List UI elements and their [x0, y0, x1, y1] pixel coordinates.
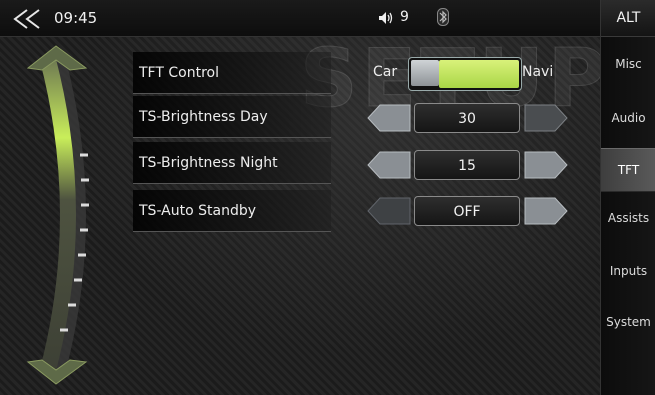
category-tabs: ALT Misc Audio TFT Assists Inputs System: [600, 0, 655, 395]
tft-control-label: TFT Control: [133, 52, 331, 94]
speaker-icon: [379, 12, 393, 24]
brightness-day-value: 30: [414, 103, 520, 133]
bluetooth-icon: [437, 8, 449, 26]
tab-tft[interactable]: TFT: [601, 148, 655, 192]
auto-standby-next-button[interactable]: [523, 196, 569, 226]
brightness-night-label: TS-Brightness Night: [133, 142, 331, 184]
tab-inputs[interactable]: Inputs: [601, 249, 655, 293]
tab-misc[interactable]: Misc: [601, 42, 655, 86]
brightness-day-decrease-button[interactable]: [366, 103, 412, 133]
scroll-arc[interactable]: [8, 40, 103, 390]
brightness-night-decrease-button[interactable]: [366, 150, 412, 180]
status-bar: 09:45 9: [0, 0, 600, 37]
brightness-night-increase-button[interactable]: [523, 150, 569, 180]
tab-system[interactable]: System: [601, 300, 655, 344]
brightness-day-increase-button[interactable]: [523, 103, 569, 133]
brightness-night-value: 15: [414, 150, 520, 180]
tab-audio[interactable]: Audio: [601, 96, 655, 140]
setup-screen: SETUP 09:45 9: [0, 0, 655, 395]
auto-standby-previous-button[interactable]: [366, 196, 412, 226]
tft-control-option-car[interactable]: Car: [373, 64, 397, 80]
volume-level: 9: [400, 9, 409, 25]
auto-standby-value: OFF: [414, 196, 520, 226]
toggle-fill: [439, 60, 519, 88]
tab-assists[interactable]: Assists: [601, 196, 655, 240]
toggle-knob[interactable]: [411, 60, 439, 86]
back-chevrons-icon[interactable]: [10, 8, 46, 30]
auto-standby-label: TS-Auto Standby: [133, 190, 331, 232]
clock: 09:45: [54, 9, 98, 27]
brightness-day-label: TS-Brightness Day: [133, 96, 331, 138]
tft-control-option-navi[interactable]: Navi: [522, 64, 553, 80]
tft-control-toggle[interactable]: [408, 57, 522, 91]
tab-alt[interactable]: ALT: [601, 0, 655, 37]
